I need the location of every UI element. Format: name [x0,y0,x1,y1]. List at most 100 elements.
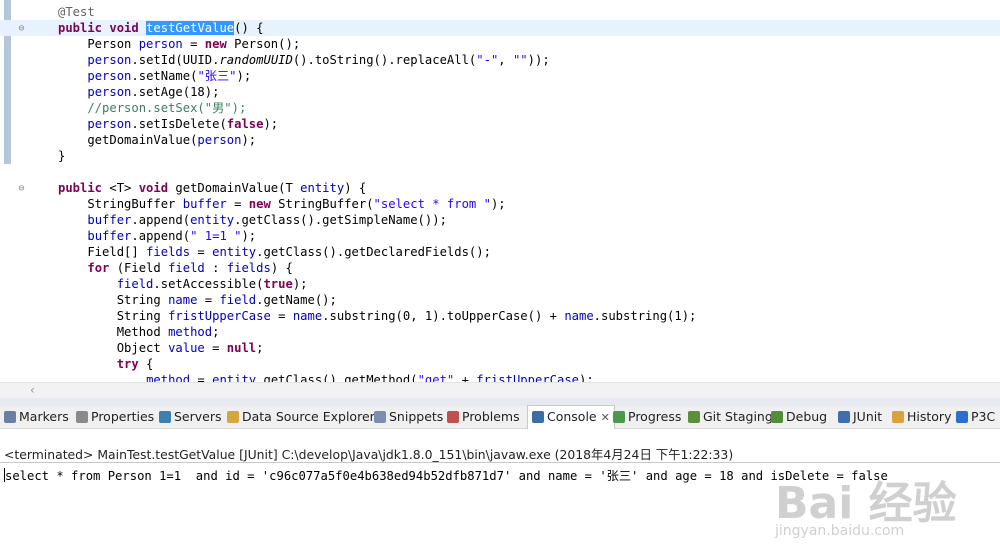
tab-progress[interactable]: Progress [613,406,681,428]
watermark-logo: Bai 经验 [775,478,957,529]
code-token: () { [234,21,264,35]
code-token: name [168,293,198,307]
code-editor[interactable]: @Test public void testGetValue() { Person… [0,0,1000,382]
code-line[interactable]: } [58,148,65,164]
tab-console[interactable]: Console ✕ [527,405,615,429]
git-staging-icon [688,411,700,423]
tab-properties[interactable]: Properties [76,406,154,428]
fold-toggle-icon[interactable]: ⊖ [17,184,26,194]
close-icon[interactable]: ✕ [601,411,610,424]
code-line[interactable]: @Test [58,4,95,20]
markers-icon [4,411,16,423]
code-line[interactable]: public void testGetValue() { [58,20,264,36]
console-terminated-label: <terminated> MainTest.testGetValue [JUni… [4,447,734,462]
tab-label: Debug [786,409,828,424]
tab-debug[interactable]: Debug [771,406,827,428]
code-token: value [168,341,205,355]
code-line[interactable]: String name = field.getName(); [58,292,337,308]
tab-servers[interactable]: Servers [159,406,222,428]
code-token: "张三" [197,69,237,83]
code-token: fields [146,245,191,259]
tab-data-source-explorer[interactable]: Data Source Explorer [227,406,375,428]
tab-label: Servers [174,409,222,424]
code-token: fields [226,261,271,275]
code-token: entity [300,181,345,195]
tab-git-staging[interactable]: Git Staging [688,406,773,428]
tab-label: Git Staging [703,409,773,424]
code-token: public [58,21,103,35]
code-token: person [87,117,132,131]
code-token: entity [212,245,257,259]
code-line[interactable]: person.setName("张三"); [58,68,251,84]
code-line[interactable]: method = entity.getClass().getMethod("ge… [58,372,594,382]
code-line[interactable]: Method method; [58,324,220,340]
code-token: .setIsDelete( [131,117,227,131]
code-token: person [197,133,242,147]
code-token: new [204,37,227,51]
scroll-left-icon[interactable]: ‹ [30,383,35,397]
code-token: .substring(0, 1).toUpperCase() + [322,309,565,323]
tab-junit[interactable]: JUnit [838,406,882,428]
code-line[interactable]: person.setIsDelete(false); [58,116,278,132]
code-token: "select * from " [373,197,491,211]
code-token: try [116,357,139,371]
code-token: .append( [131,229,191,243]
code-line[interactable]: field.setAccessible(true); [58,276,308,292]
code-token: null [226,341,257,355]
code-token: .setName( [131,69,198,83]
code-line[interactable]: Person person = new Person(); [58,36,300,52]
horizontal-scrollbar[interactable]: ‹ [0,382,1000,399]
progress-icon [613,411,625,423]
code-token: Person(); [226,37,301,51]
tab-markers[interactable]: Markers [4,406,69,428]
console-view[interactable]: <terminated> MainTest.testGetValue [JUni… [0,429,1000,557]
code-token: Field[] [58,245,147,259]
code-token: "get" [417,373,455,382]
tab-snippets[interactable]: Snippets [374,406,443,428]
code-token: = [190,245,213,259]
code-line[interactable]: StringBuffer buffer = new StringBuffer("… [58,196,506,212]
tab-problems[interactable]: Problems [447,406,520,428]
code-token: .setAccessible( [153,277,264,291]
code-token: String [58,293,169,307]
code-line[interactable]: person.setAge(18); [58,84,219,100]
debug-icon [771,411,783,423]
code-token: person [87,69,132,83]
code-token: .getClass().getMethod( [256,373,418,382]
tab-history[interactable]: History [892,406,951,428]
code-line[interactable]: String fristUpperCase = name.substring(0… [58,308,697,324]
code-line[interactable]: public <T> void getDomainValue(T entity)… [58,180,366,196]
code-line[interactable]: Object value = null; [58,340,264,356]
code-token: ); [490,197,506,211]
tab-p3c[interactable]: P3C [956,406,995,428]
code-line[interactable]: buffer.append(entity.getClass().getSimpl… [58,212,447,228]
code-token: .substring(1); [593,309,697,323]
code-line[interactable]: buffer.append(" 1=1 "); [58,228,256,244]
tab-label: Properties [91,409,155,424]
code-line[interactable]: getDomainValue(person); [58,132,256,148]
code-token: method [168,325,213,339]
code-line[interactable]: Field[] fields = entity.getClass().getDe… [58,244,491,260]
code-token: false [226,117,264,131]
code-line[interactable]: try { [58,356,154,372]
console-output[interactable]: select * from Person 1=1 and id = 'c96c0… [4,466,888,484]
code-line[interactable]: person.setId(UUID.randomUUID().toString(… [58,52,549,68]
code-token: .getClass().getSimpleName()); [234,213,447,227]
tab-label: Progress [628,409,682,424]
code-token: .setAge(18); [131,85,220,99]
code-token: ); [263,117,279,131]
fold-toggle-icon[interactable]: ⊖ [17,24,26,34]
code-token: ); [241,133,257,147]
problems-icon [447,411,459,423]
code-token: for [87,261,110,275]
code-line[interactable]: //person.setSex("男"); [58,100,246,116]
code-line[interactable]: for (Field field : fields) { [58,260,292,276]
code-token: entity [212,373,257,382]
